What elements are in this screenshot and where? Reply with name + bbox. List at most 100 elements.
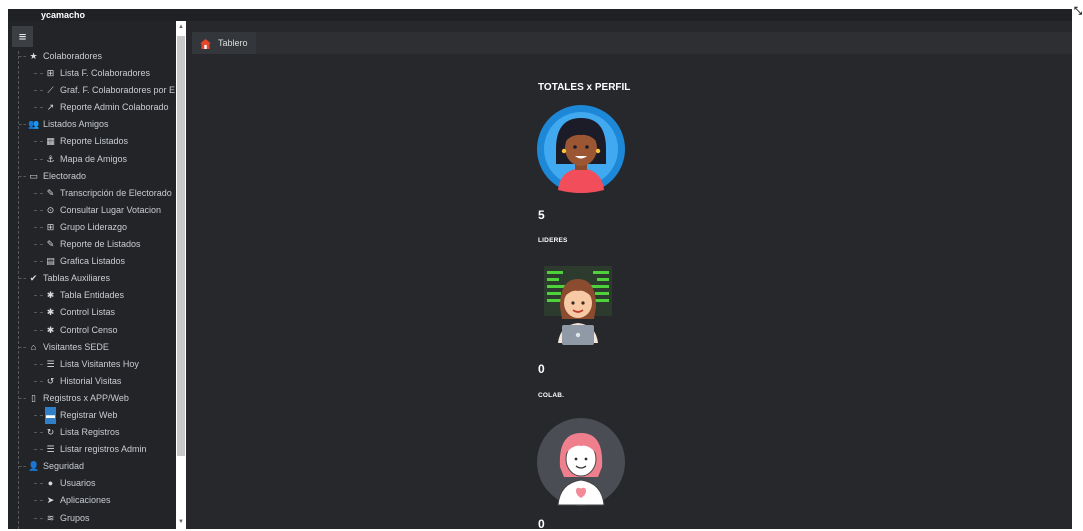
users-lock-icon: 👤 [28,461,40,472]
hamburger-icon: ≡ [18,29,27,44]
sidebar-item[interactable]: ▯ Registros x APP/Web [8,390,176,407]
arrow-icon: ↗ [46,102,55,113]
tree-connector [34,483,43,485]
sidebar-item[interactable]: ✎ Transcripción de Electorado [8,185,176,202]
users-icon: 👥 [28,119,40,130]
database-icon: ≋ [46,512,55,523]
sidebar-item-label: Usuarios [60,478,96,489]
sidebar-item-label: Lista Registros [60,427,120,438]
collaborators-label: COLAB. [538,392,565,399]
tree-connector [34,261,43,263]
sidebar-item[interactable]: ★ Colaboradores [8,48,176,65]
sidebar-scrollbar[interactable]: ▲ ▼ [176,21,186,529]
main-content: Tablero TOTALES x PERFIL 5 LIDERES 0 COL… [186,21,1072,531]
tree-connector [34,380,43,382]
sidebar-item-label: Listar registros Admin [60,444,147,455]
check-circle-icon: ✔ [29,273,38,284]
sidebar-item[interactable]: ⌂ Visitantes SEDE [8,339,176,356]
sidebar-item-label: Seguridad [43,461,85,472]
tree-connector [34,244,43,246]
leader-avatar-icon [537,105,625,193]
username: ycamacho [41,10,86,20]
sidebar-item[interactable]: ● Usuarios [8,475,176,492]
resize-corner-icon[interactable]: ⤡ [1074,6,1082,18]
sitemap-icon: ⊞ [46,68,55,79]
tree-connector [34,295,43,297]
sidebar-item-label: Reporte Listados [60,136,129,147]
sidebar-item[interactable]: ☰ Listar registros Admin [8,441,176,458]
sidebar-item-label: Grupos [60,512,90,523]
building-icon: ⌂ [30,341,37,352]
sidebar-item[interactable]: ✱ Control Censo [8,322,176,339]
sidebar-item-label: Grupo Liderazgo [60,221,128,232]
sidebar-item[interactable]: 👤 Seguridad [8,458,176,475]
sidebar-item[interactable]: ▭ Electorado [8,168,176,185]
list-icon: ☰ [46,358,55,369]
star-icon: ★ [29,51,38,61]
sidebar-item[interactable]: ⚓ Mapa de Amigos [8,151,176,168]
sidebar-item[interactable]: 👥 Listados Amigos [8,116,176,133]
tree-connector [34,312,43,314]
tree-connector [34,432,43,434]
leaders-label: LIDERES [538,237,568,244]
tree-connector [34,226,43,228]
edit-icon: ✎ [46,239,55,250]
table-icon: ▦ [46,136,55,147]
sidebar-item-label: Colaboradores [43,51,103,61]
line-chart-icon: ⟋ [47,85,54,96]
sidebar-item-label: Consultar Lugar Votacion [60,204,162,215]
sidebar-item[interactable]: ⊙ Consultar Lugar Votacion [8,202,176,219]
sidebar-item[interactable]: ▦ Reporte Listados [8,133,176,150]
sidebar-item-label: Lista Visitantes Hoy [60,358,139,369]
sidebar-item-label: Historial Visitas [60,375,122,386]
sidebar-item[interactable]: ↺ Historial Visitas [8,373,176,390]
sidebar-item-label: Aplicaciones [60,495,111,506]
sidebar-item[interactable]: ⟋ Graf. F. Colaboradores por E [8,82,176,99]
ballot-icon: ▭ [29,170,38,181]
sidebar-item-label: Electorado [43,170,87,181]
breadcrumb-tablero[interactable]: Tablero [192,32,256,54]
tree-connector [34,141,43,143]
scroll-thumb[interactable] [177,36,185,456]
scroll-up-icon[interactable]: ▲ [176,22,186,32]
user-icon: ● [47,478,54,489]
list-icon: ☰ [46,444,55,455]
top-bar: ycamacho ⤡ [8,6,1082,21]
sidebar-item[interactable]: ✱ Control Listas [8,304,176,321]
sidebar-item[interactable]: ⊞ Lista F. Colaboradores [8,65,176,82]
tree-connector [34,500,43,502]
user-avatar-icon [537,418,625,506]
sidebar-item-label: Visitantes SEDE [43,341,109,352]
sidebar-item[interactable]: ✎ Reporte de Listados [8,236,176,253]
sidebar-item[interactable]: ✱ Tabla Entidades [8,287,176,304]
sidebar-item-label: Control Censo [60,324,118,335]
sidebar-item[interactable]: ➤ Aplicaciones [8,492,176,509]
breadcrumb: Tablero [192,32,1072,54]
sidebar-item-label: Control Listas [60,307,116,318]
tree-connector [34,90,43,92]
sidebar-item-label: Tabla Entidades [60,290,125,301]
sidebar-menu: ★ Colaboradores ⊞ Lista F. Colaboradores ⟋ Gr… [8,48,176,527]
sidebar-item[interactable]: ↻ Lista Registros [8,424,176,441]
tree-connector [34,414,43,416]
sidebar-item[interactable]: ✔ Tablas Auxiliares [8,270,176,287]
mobile-icon: ▯ [31,392,36,403]
sidebar-item[interactable]: ⊞ Grupo Liderazgo [8,219,176,236]
sidebar-item[interactable]: ▤ Grafica Listados [8,253,176,270]
sidebar-item-label: Registrar Web [60,409,118,420]
history-icon: ↺ [46,375,55,386]
scroll-down-icon[interactable]: ▼ [176,517,186,527]
rocket-icon: ➤ [46,495,55,506]
sidebar-item[interactable]: ≋ Grupos [8,510,176,527]
sidebar-item-label: Graf. F. Colaboradores por E [60,85,176,96]
sidebar-item[interactable]: ☰ Lista Visitantes Hoy [8,356,176,373]
sidebar-item[interactable]: ▬ Registrar Web [8,406,176,425]
tree-connector [34,107,43,109]
tree-connector [19,124,26,126]
tree-connector [19,466,26,468]
menu-toggle-button[interactable]: ≡ [12,26,33,47]
sidebar-item[interactable]: ↗ Reporte Admin Colaborado [8,99,176,116]
leaders-count: 5 [538,208,545,222]
tree-connector [34,329,43,331]
tree-connector [34,517,43,519]
